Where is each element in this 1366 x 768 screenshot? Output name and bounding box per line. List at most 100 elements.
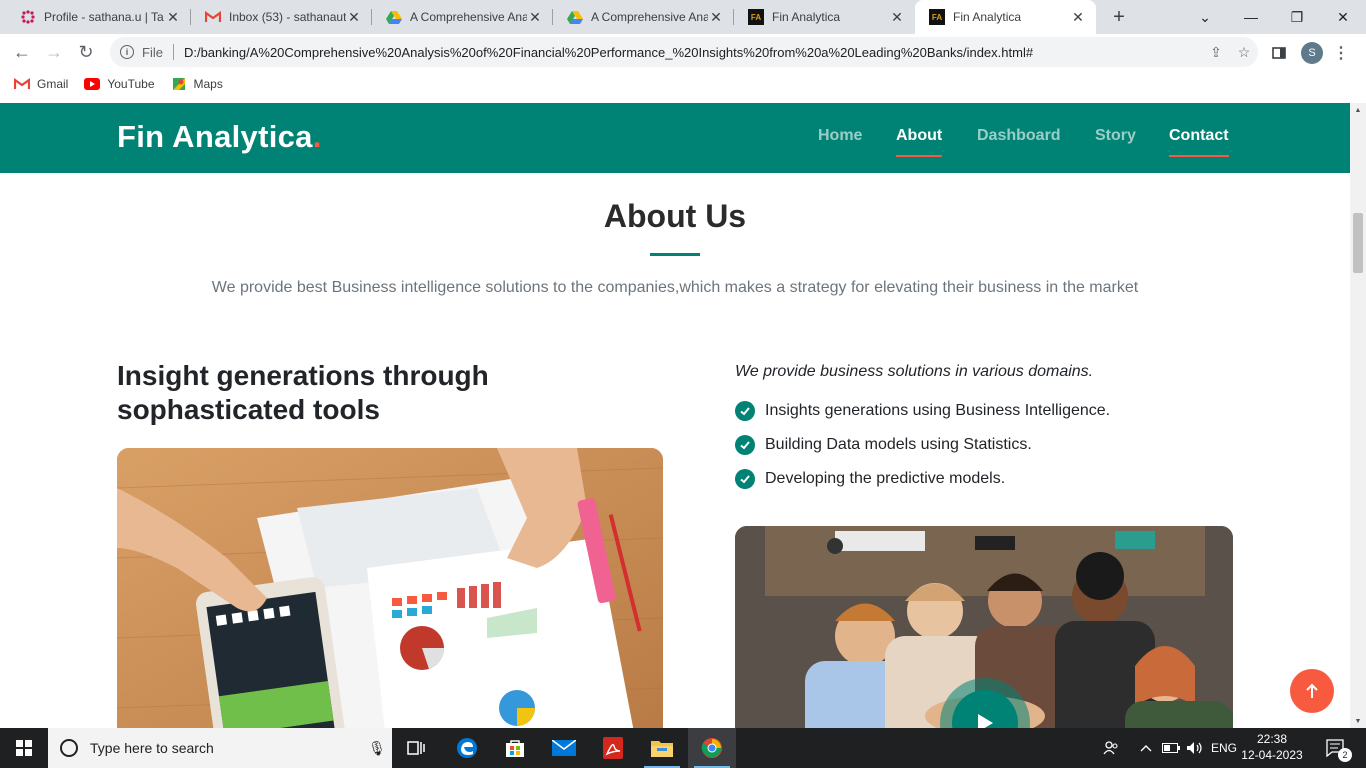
feature-item: Building Data models using Statistics. <box>735 435 1032 455</box>
chevron-up-icon[interactable] <box>1136 728 1156 768</box>
nav-about[interactable]: About <box>896 127 943 157</box>
feature-item: Insights generations using Business Inte… <box>735 401 1110 421</box>
windows-logo-icon <box>16 740 32 756</box>
cortana-circle-icon <box>60 739 78 757</box>
nav-story[interactable]: Story <box>1095 127 1136 145</box>
title-underline <box>650 253 700 256</box>
close-tab-icon[interactable]: ✕ <box>708 9 724 26</box>
omnibox-divider <box>172 44 174 60</box>
minimize-button[interactable]: — <box>1228 0 1274 34</box>
close-tab-icon[interactable]: ✕ <box>889 9 905 26</box>
nav-contact[interactable]: Contact <box>1169 127 1229 157</box>
left-heading-line: Insight generations through <box>117 360 489 391</box>
nav-home[interactable]: Home <box>818 127 862 145</box>
feature-text: Developing the predictive models. <box>765 470 1006 487</box>
notification-count: 2 <box>1338 748 1352 762</box>
browser-tab[interactable]: FA Fin Analytica ✕ <box>734 0 915 34</box>
bookmark-star-icon[interactable]: ☆ <box>1230 44 1258 61</box>
left-heading: Insight generations through sophasticate… <box>117 359 577 427</box>
gmail-icon <box>14 78 30 90</box>
section-subtitle: We provide best Business intelligence so… <box>211 279 1139 296</box>
scroll-to-top-button[interactable] <box>1290 669 1334 713</box>
task-view-icon[interactable] <box>392 728 440 768</box>
windows-taskbar: Type here to search 🎙 ENG 22:38 12-04-20… <box>0 728 1366 768</box>
close-tab-icon[interactable]: ✕ <box>346 9 362 26</box>
close-tab-icon[interactable]: ✕ <box>1070 9 1086 26</box>
file-explorer-icon[interactable] <box>638 728 686 768</box>
bookmarks-bar: Gmail YouTube Maps <box>0 70 1366 98</box>
maps-icon <box>171 78 187 90</box>
close-window-button[interactable]: ✕ <box>1320 0 1366 34</box>
battery-icon[interactable] <box>1160 728 1182 768</box>
section-title: About Us <box>603 198 747 234</box>
scheme-label: File <box>142 44 163 60</box>
language-indicator[interactable]: ENG <box>1208 728 1240 768</box>
scroll-down-arrow-icon[interactable]: ▼ <box>1350 714 1366 728</box>
taskbar-search[interactable]: Type here to search 🎙 <box>48 728 392 768</box>
address-bar[interactable]: i File D:/banking/A%20Comprehensive%20An… <box>110 37 1258 67</box>
nav-dashboard[interactable]: Dashboard <box>977 127 1061 145</box>
browser-tab-active[interactable]: FA Fin Analytica ✕ <box>915 0 1096 34</box>
bookmark-youtube[interactable]: YouTube <box>84 77 155 91</box>
store-icon[interactable] <box>491 728 539 768</box>
notification-center-icon[interactable]: 2 <box>1318 728 1354 768</box>
bookmark-maps[interactable]: Maps <box>171 77 223 91</box>
restore-button[interactable]: ❐ <box>1274 0 1320 34</box>
page-scrollbar[interactable]: ▲ ▼ <box>1350 103 1366 728</box>
site-header: Fin Analytica. Home About Dashboard Stor… <box>0 103 1350 173</box>
check-circle-icon <box>735 401 755 421</box>
search-placeholder: Type here to search <box>90 740 214 756</box>
youtube-icon <box>84 78 101 90</box>
drive-favicon-icon <box>386 9 402 25</box>
people-icon[interactable] <box>1098 728 1124 768</box>
system-clock[interactable]: 22:38 12-04-2023 <box>1240 731 1304 763</box>
bookmark-gmail[interactable]: Gmail <box>14 77 68 91</box>
team-video-thumbnail[interactable] <box>735 526 1233 728</box>
bookmark-label: Gmail <box>37 77 69 91</box>
chrome-icon[interactable] <box>688 728 736 768</box>
microphone-icon[interactable]: 🎙 <box>362 740 392 757</box>
tab-search-chevron-icon[interactable]: ⌄ <box>1182 0 1228 34</box>
clock-date: 12-04-2023 <box>1241 748 1303 762</box>
right-intro: We provide business solutions in various… <box>735 363 1094 380</box>
forward-arrow-icon[interactable]: → <box>40 38 68 66</box>
fin-favicon-icon: FA <box>748 9 764 25</box>
browser-toolbar: ← → ↻ i File D:/banking/A%20Comprehensiv… <box>0 34 1366 70</box>
tab-title: Inbox (53) - sathanaut <box>229 10 346 24</box>
clock-time: 22:38 <box>1256 732 1288 746</box>
browser-tab[interactable]: Profile - sathana.u | Ta ✕ <box>6 0 191 34</box>
close-tab-icon[interactable]: ✕ <box>165 9 181 26</box>
bookmark-label: Maps <box>193 77 223 91</box>
volume-icon[interactable] <box>1184 728 1206 768</box>
mail-icon[interactable] <box>540 728 588 768</box>
drive-favicon-icon <box>567 9 583 25</box>
feature-text: Building Data models using Statistics. <box>765 436 1032 453</box>
browser-tab-strip: Profile - sathana.u | Ta ✕ Inbox (53) - … <box>0 0 1366 34</box>
share-icon[interactable]: ⇪ <box>1202 44 1230 61</box>
reload-icon[interactable]: ↻ <box>72 38 100 66</box>
browser-tab[interactable]: Inbox (53) - sathanaut ✕ <box>191 0 372 34</box>
back-arrow-icon[interactable]: ← <box>8 38 36 66</box>
more-menu-icon[interactable]: ⋮ <box>1330 42 1352 64</box>
side-panel-icon[interactable] <box>1268 42 1290 64</box>
scrollbar-thumb[interactable] <box>1353 213 1363 273</box>
url-text[interactable]: D:/banking/A%20Comprehensive%20Analysis%… <box>184 45 1202 60</box>
page-viewport: Fin Analytica. Home About Dashboard Stor… <box>0 103 1350 728</box>
play-icon <box>978 714 993 728</box>
edge-icon[interactable] <box>443 728 491 768</box>
acrobat-icon[interactable] <box>589 728 637 768</box>
profile-avatar[interactable]: S <box>1301 42 1323 64</box>
info-icon[interactable]: i <box>120 45 134 59</box>
scroll-up-arrow-icon[interactable]: ▲ <box>1350 103 1366 117</box>
fin-favicon-icon: FA <box>929 9 945 25</box>
logo-dot: . <box>312 119 322 154</box>
play-button-inner <box>952 690 1018 728</box>
grid-favicon-icon <box>20 9 36 25</box>
browser-tab[interactable]: A Comprehensive Ana ✕ <box>553 0 734 34</box>
close-tab-icon[interactable]: ✕ <box>527 9 543 26</box>
site-logo[interactable]: Fin Analytica. <box>117 119 322 155</box>
browser-tab[interactable]: A Comprehensive Ana ✕ <box>372 0 553 34</box>
new-tab-button[interactable]: + <box>1108 0 1130 34</box>
tab-title: Fin Analytica <box>953 10 1022 24</box>
start-button[interactable] <box>0 728 48 768</box>
